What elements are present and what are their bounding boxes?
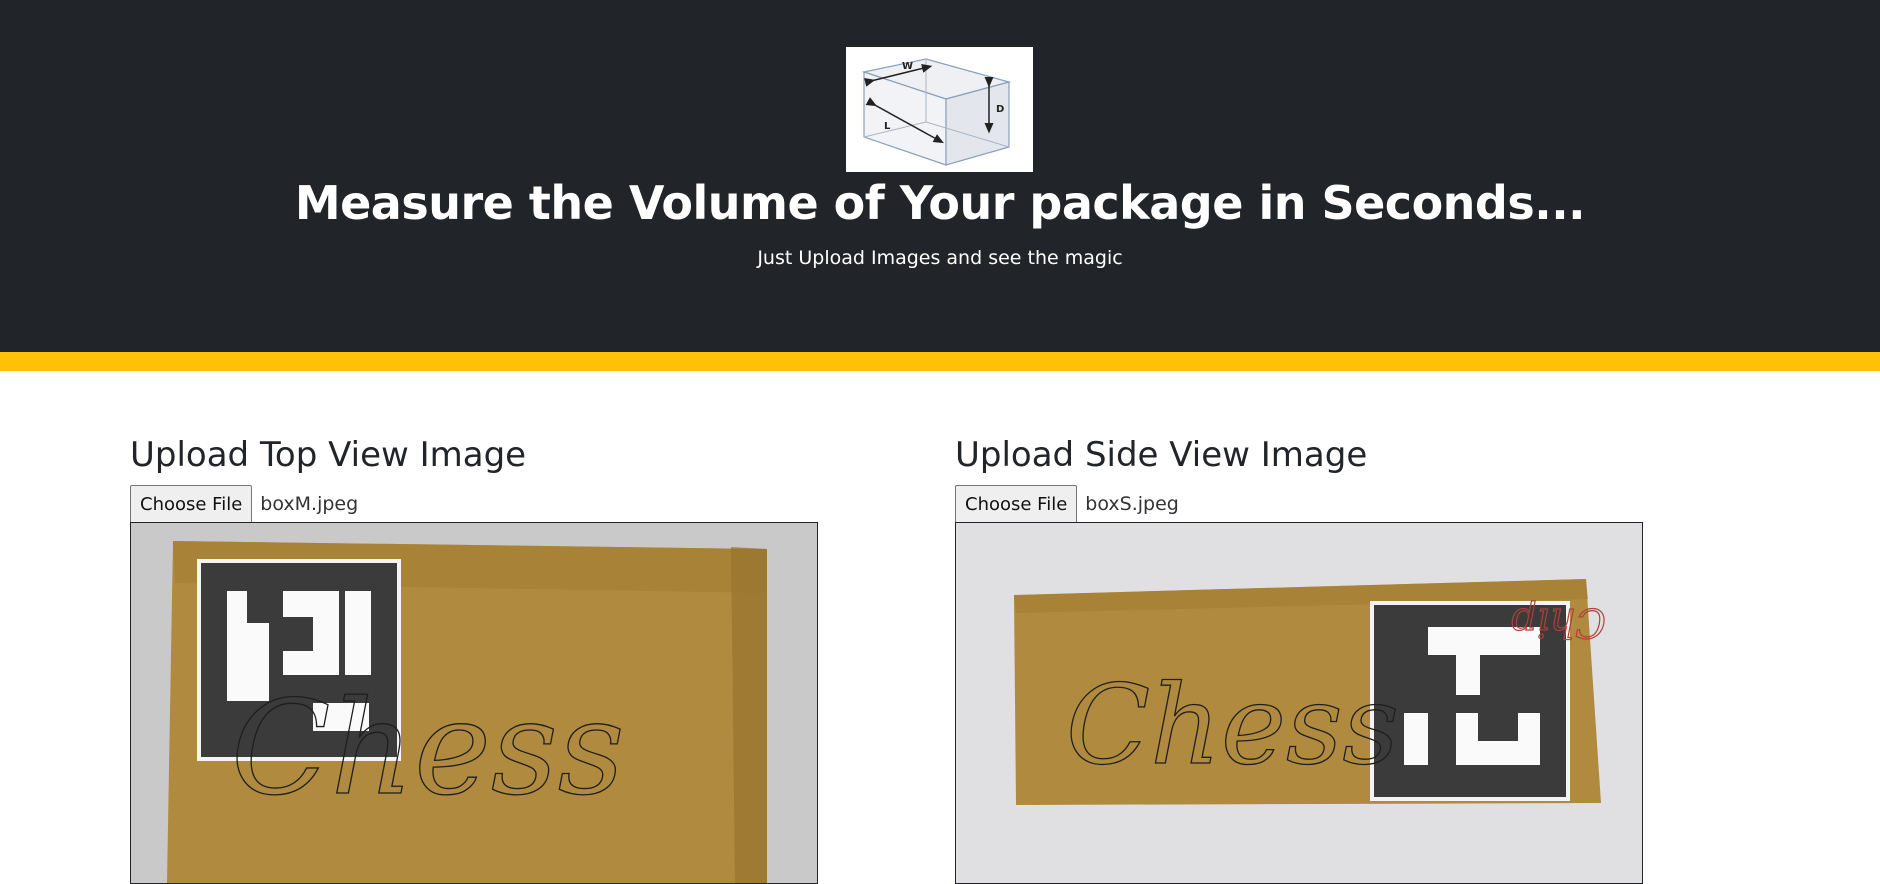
svg-text:D: D — [996, 104, 1004, 115]
side-view-heading: Upload Side View Image — [955, 435, 1368, 475]
side-view-file-name: boxS.jpeg — [1085, 493, 1179, 515]
svg-text:Chip: Chip — [1511, 599, 1606, 645]
side-view-file-input[interactable]: Choose File boxS.jpeg — [955, 484, 1179, 524]
top-view-choose-file-button[interactable]: Choose File — [130, 484, 253, 524]
svg-text:W: W — [902, 61, 913, 72]
top-view-file-input[interactable]: Choose File boxM.jpeg — [130, 484, 359, 524]
svg-text:L: L — [884, 121, 891, 132]
side-view-image-preview: Chip Chess — [955, 522, 1643, 884]
top-view-heading: Upload Top View Image — [130, 435, 527, 475]
svg-text:Chess: Chess — [231, 672, 625, 824]
svg-text:Chess: Chess — [1066, 661, 1399, 789]
box-dimensions-logo: W L D — [846, 47, 1033, 172]
hero-header: W L D Measure the Volume of Your package… — [0, 0, 1880, 352]
top-view-image-preview: Chess — [130, 522, 818, 884]
page-title: Measure the Volume of Your package in Se… — [294, 176, 1586, 230]
top-view-file-name: boxM.jpeg — [260, 493, 359, 515]
side-view-choose-file-button[interactable]: Choose File — [955, 484, 1078, 524]
page-subtitle: Just Upload Images and see the magic — [757, 247, 1123, 269]
accent-divider — [0, 352, 1880, 371]
